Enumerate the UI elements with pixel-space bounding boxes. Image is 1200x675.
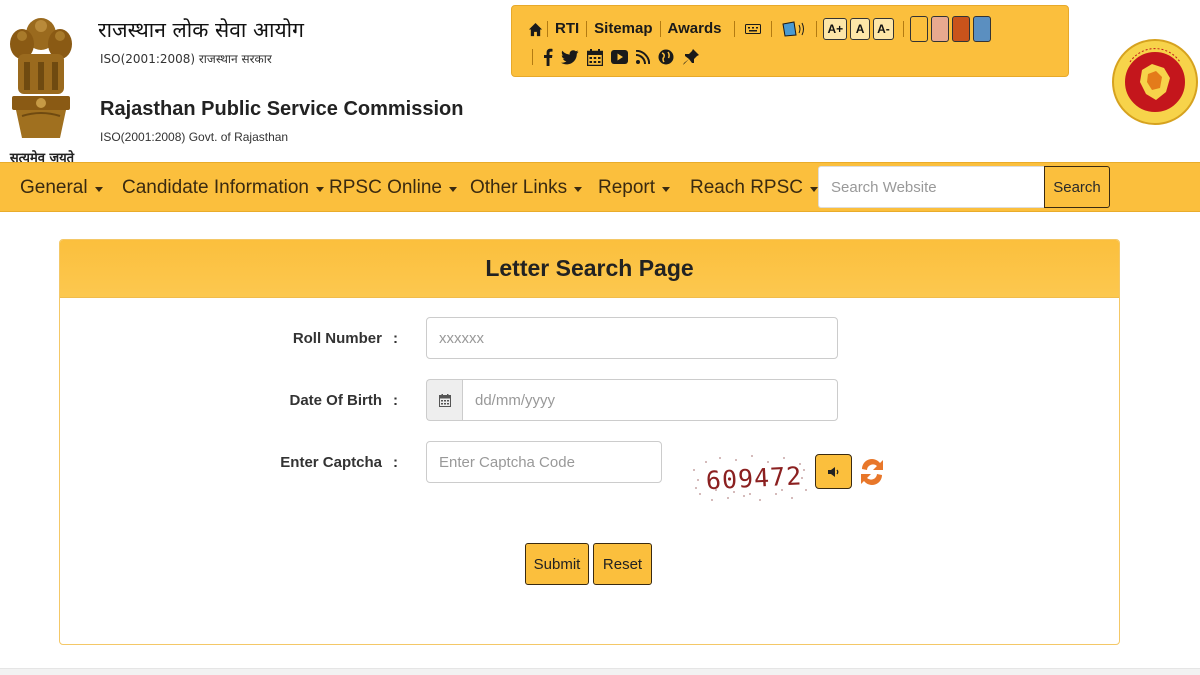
nav-other-links[interactable]: Other Links (470, 177, 583, 199)
divider (734, 21, 736, 37)
site-subtitle-english: ISO(2001:2008) Govt. of Rajasthan (100, 130, 289, 144)
dob-calendar-addon[interactable] (426, 379, 463, 421)
caret-down-icon (662, 186, 671, 192)
awards-link[interactable]: Awards (659, 21, 729, 37)
youtube-icon[interactable] (611, 50, 628, 64)
submit-button[interactable]: Submit (525, 543, 589, 585)
reset-button[interactable]: Reset (593, 543, 652, 585)
font-decrease-button[interactable]: A- (873, 18, 894, 40)
captcha-label: Enter Captcha (280, 454, 382, 471)
site-title-hindi: राजस्थान लोक सेवा आयोग (98, 18, 304, 42)
nav-general[interactable]: General (20, 177, 103, 199)
roll-number-colon: : (393, 330, 398, 347)
lion-capital-icon (10, 18, 72, 138)
font-normal-button[interactable]: A (850, 18, 871, 40)
captcha-text: 609472 (705, 461, 803, 495)
panel-header: Letter Search Page (60, 240, 1119, 298)
rpsc-logo (1112, 22, 1198, 142)
screen-reader-icon[interactable] (782, 21, 806, 37)
captcha-refresh-button[interactable] (858, 453, 886, 491)
divider (816, 21, 818, 37)
rss-icon[interactable] (636, 50, 650, 64)
caret-down-icon (449, 186, 457, 192)
divider (902, 21, 904, 37)
caret-down-icon (810, 186, 818, 192)
site-search-input[interactable] (818, 166, 1045, 208)
caret-down-icon (315, 186, 324, 192)
page-title: Letter Search Page (485, 255, 694, 281)
nav-reach-rpsc[interactable]: Reach RPSC (690, 177, 818, 199)
roll-number-label: Roll Number (292, 330, 382, 347)
nav-candidate-information-label: Candidate Information (122, 177, 309, 198)
captcha-image: 609472 (690, 450, 810, 506)
refresh-icon (861, 459, 883, 485)
nav-candidate-information[interactable]: Candidate Information (122, 177, 324, 199)
national-emblem: सत्यमेव जयते (2, 10, 80, 166)
facebook-icon[interactable] (543, 48, 553, 66)
calendar-icon[interactable] (587, 48, 603, 66)
keyboard-icon[interactable] (745, 23, 762, 35)
nav-rpsc-online[interactable]: RPSC Online (329, 177, 457, 199)
twitter-icon[interactable] (561, 49, 579, 65)
rpsc-seal-icon (1112, 39, 1198, 125)
dob-colon: : (393, 392, 398, 409)
calendar-icon (439, 393, 451, 407)
speaker-icon (827, 466, 838, 477)
pin-icon[interactable] (682, 48, 700, 66)
dob-input[interactable] (462, 379, 838, 421)
footer-edge (0, 668, 1200, 675)
site-search-button[interactable]: Search (1044, 166, 1110, 208)
main-navbar: General Candidate Information RPSC Onlin… (0, 162, 1200, 212)
caret-down-icon (94, 186, 103, 192)
theme-yellow-swatch[interactable] (909, 16, 928, 42)
captcha-input[interactable] (426, 441, 662, 483)
site-title-english: Rajasthan Public Service Commission (100, 98, 464, 120)
font-increase-button[interactable]: A+ (823, 18, 848, 40)
nav-other-links-label: Other Links (470, 177, 568, 198)
caret-down-icon (574, 186, 583, 192)
sitemap-link[interactable]: Sitemap (586, 21, 659, 37)
site-header: सत्यमेव जयते राजस्थान लोक सेवा आयोग ISO(… (0, 0, 1200, 166)
utility-bar: RTI Sitemap Awards A+ A A- (511, 5, 1069, 77)
captcha-colon: : (393, 454, 398, 471)
divider (771, 21, 773, 37)
theme-orange-swatch[interactable] (951, 16, 970, 42)
divider (532, 49, 533, 65)
globe-icon[interactable] (658, 49, 674, 65)
nav-general-label: General (20, 177, 88, 198)
theme-blue-swatch[interactable] (972, 16, 991, 42)
captcha-audio-button[interactable] (815, 454, 852, 489)
dob-label: Date Of Birth (289, 392, 382, 409)
nav-rpsc-online-label: RPSC Online (329, 177, 442, 198)
theme-peach-swatch[interactable] (930, 16, 949, 42)
nav-reach-rpsc-label: Reach RPSC (690, 177, 803, 198)
rti-link[interactable]: RTI (547, 21, 586, 37)
site-subtitle-hindi: ISO(2001:2008) राजस्थान सरकार (100, 52, 272, 66)
home-icon[interactable] (528, 22, 543, 37)
captcha-image-graphic: 609472 (693, 455, 807, 501)
roll-number-input[interactable] (426, 317, 838, 359)
nav-report-label: Report (598, 177, 656, 198)
nav-report[interactable]: Report (598, 177, 671, 199)
